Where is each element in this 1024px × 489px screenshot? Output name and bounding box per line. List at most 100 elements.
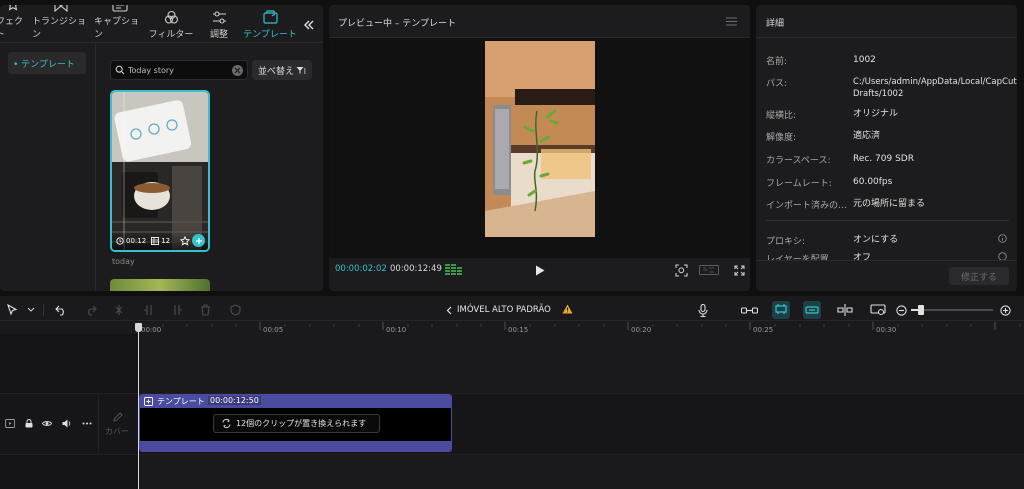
zoom-in-icon[interactable]	[998, 303, 1012, 317]
delete-icon[interactable]	[198, 303, 212, 317]
search-input[interactable]: Today story	[110, 60, 248, 80]
clip-footer	[140, 441, 451, 451]
insert-icon[interactable]	[836, 303, 854, 317]
chevron-left-icon[interactable]	[445, 305, 453, 315]
microphone-icon[interactable]	[696, 303, 710, 317]
template-clip-icon	[144, 397, 153, 406]
info-icon[interactable]	[998, 234, 1007, 243]
detail-value: 1002	[853, 55, 876, 65]
cover-label[interactable]: カバー	[105, 426, 129, 437]
audio-meter-icon	[445, 264, 463, 275]
clock-icon	[116, 237, 124, 245]
replace-clips-text: 12個のクリップが置き換えられます	[236, 419, 367, 428]
template-clip[interactable]: テンプレート 00:00:12:50 12個のクリップが置き換えられます	[139, 394, 452, 452]
detail-key: パス:	[766, 79, 788, 89]
edit-cover-icon[interactable]	[113, 412, 123, 422]
tab-adjust[interactable]: 調整	[202, 5, 236, 43]
menu-icon[interactable]	[725, 16, 737, 26]
eye-icon[interactable]	[42, 420, 52, 427]
toolbar-separator	[43, 304, 44, 316]
zoom-slider[interactable]	[911, 305, 993, 315]
select-cursor-icon[interactable]	[5, 303, 19, 317]
fullscreen-icon[interactable]	[733, 264, 745, 276]
clips-icon	[151, 237, 160, 245]
favorite-star-icon[interactable]	[180, 236, 190, 246]
details-title: 詳細	[766, 19, 785, 29]
preview-panel: プレビュー中 – テンプレート 00:00:02:02 00:00:12:49	[329, 5, 750, 291]
split-right-icon[interactable]	[170, 303, 184, 317]
volume-icon[interactable]	[62, 419, 72, 428]
tab-caption[interactable]: キャプション	[94, 5, 146, 43]
replace-clips-notice: 12個のクリップが置き換えられます	[213, 414, 380, 433]
details-header-divider	[756, 37, 1017, 38]
template-icon	[262, 9, 278, 25]
tab-filter[interactable]: フィルター	[148, 5, 194, 43]
lock-icon[interactable]	[25, 419, 33, 428]
tick-label: 00:05	[263, 326, 284, 334]
proxy-toggle[interactable]: オンにする	[853, 234, 1003, 246]
detail-value: 60.00fps	[853, 177, 893, 187]
replace-icon	[222, 419, 231, 428]
double-chevron-left-icon[interactable]	[302, 18, 316, 32]
zoom-fit-icon[interactable]	[674, 263, 688, 277]
detail-value: 適応済	[853, 131, 881, 141]
info-icon[interactable]	[998, 252, 1007, 260]
tab-effects[interactable]: フェクト	[0, 5, 30, 43]
caption-icon	[112, 5, 128, 12]
detail-key: レイヤーを配置	[766, 255, 829, 260]
detail-key: 縦横比:	[766, 111, 797, 121]
detail-value: 元の場所に留まる	[853, 199, 926, 209]
project-title: IMÓVEL ALTO PADRÃO	[457, 305, 551, 315]
zoom-slider-thumb[interactable]	[918, 305, 924, 315]
tick-label: 00:10	[386, 326, 407, 334]
sort-filter-icon	[296, 66, 306, 75]
detail-key: プロキシ:	[766, 237, 806, 247]
more-icon[interactable]	[82, 422, 92, 425]
shield-icon[interactable]	[228, 303, 242, 317]
search-input-value: Today story	[128, 65, 174, 75]
tab-template[interactable]: テンプレート	[240, 5, 300, 43]
sort-button[interactable]: 並べ替え	[252, 60, 312, 80]
sidebar-item-label: • テンプレート	[13, 59, 75, 70]
clear-search-icon[interactable]	[232, 65, 243, 76]
apply-button[interactable]: 修正する	[949, 267, 1009, 285]
template-clip-count: 12	[161, 237, 171, 245]
template-card[interactable]: 00:12 12	[110, 90, 210, 252]
redo-icon[interactable]	[84, 303, 98, 317]
preview-title: プレビュー中 – テンプレート	[338, 19, 456, 29]
playhead-handle[interactable]	[135, 323, 142, 332]
add-template-button[interactable]	[192, 234, 205, 247]
tab-transition-label: トランジション	[32, 17, 87, 40]
effects-icon	[5, 5, 21, 12]
ratio-icon[interactable]	[698, 264, 720, 276]
sidebar-item-template[interactable]: • テンプレート	[8, 52, 86, 74]
search-icon	[115, 65, 125, 75]
auto-snap-icon[interactable]	[803, 301, 821, 319]
preview-axis-icon[interactable]	[869, 303, 887, 317]
track-type-icon	[5, 419, 15, 428]
tab-filter-label: フィルター	[148, 30, 194, 40]
detail-value: オフ	[853, 253, 872, 260]
undo-icon[interactable]	[54, 303, 68, 317]
split-left-icon[interactable]	[142, 303, 156, 317]
detail-value: C:/Users/admin/AppData/Local/CapCut Draf…	[853, 77, 1017, 99]
tab-adjust-label: 調整	[209, 30, 228, 40]
timeline-toolbar-divider	[0, 320, 1024, 321]
zoom-out-icon[interactable]	[894, 303, 908, 317]
tick-label: 00:00	[141, 326, 162, 334]
tick-label: 00:15	[508, 326, 529, 334]
template-thumbnail	[112, 92, 208, 250]
chevron-down-icon[interactable]	[24, 303, 38, 317]
track-header-divider	[98, 393, 99, 455]
tab-caption-label: キャプション	[94, 17, 140, 40]
template-duration: 00:12	[126, 237, 147, 245]
link-icon[interactable]	[740, 303, 758, 317]
play-button[interactable]	[533, 263, 547, 277]
tab-transition[interactable]: トランジション	[32, 5, 90, 43]
preview-video-frame	[485, 41, 595, 237]
magnet-icon[interactable]	[772, 301, 790, 319]
split-icon[interactable]	[112, 303, 126, 317]
next-template-thumbnail[interactable]	[110, 279, 210, 291]
detail-value: Rec. 709 SDR	[853, 154, 914, 164]
filter-icon	[163, 9, 179, 25]
